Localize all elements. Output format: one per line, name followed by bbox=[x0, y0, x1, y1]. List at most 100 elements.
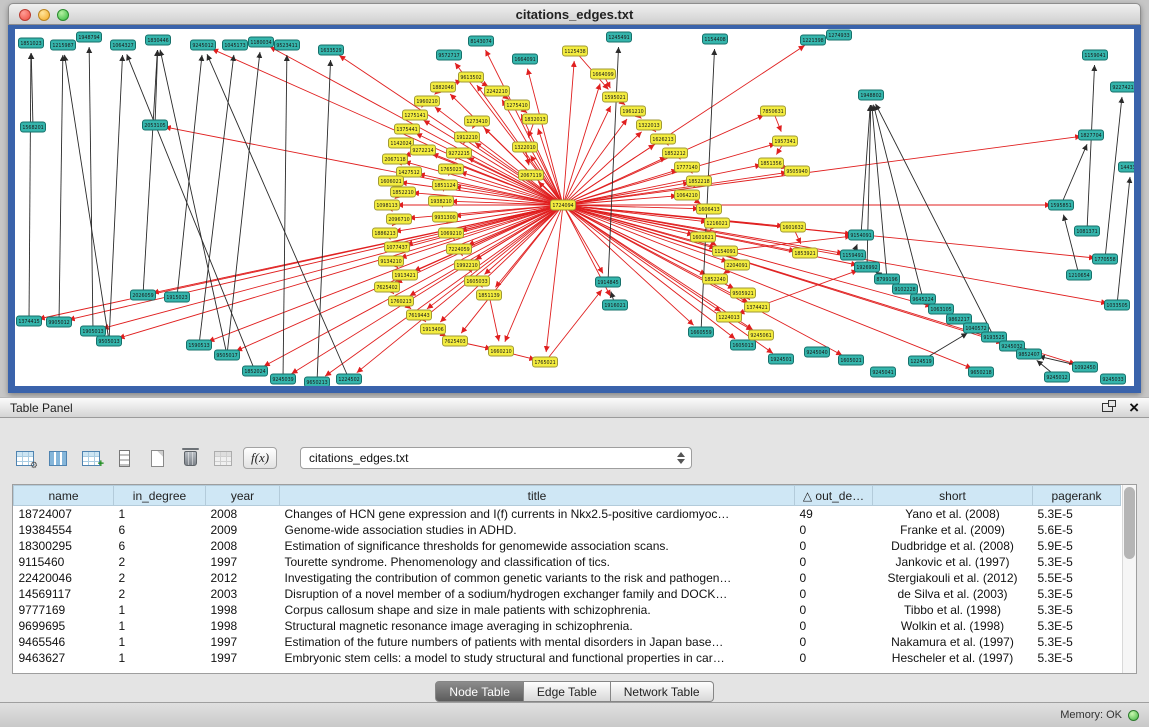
network-node[interactable]: 8143074 bbox=[469, 36, 494, 46]
network-node[interactable]: 1215987 bbox=[51, 40, 76, 50]
network-node[interactable]: 1605033 bbox=[465, 276, 490, 286]
network-node[interactable]: 1852024 bbox=[243, 366, 268, 376]
network-edge-black[interactable] bbox=[143, 50, 157, 295]
network-edge-black[interactable] bbox=[29, 53, 31, 321]
network-node[interactable]: 9245040 bbox=[805, 347, 830, 357]
column-header-year[interactable]: year bbox=[206, 486, 280, 506]
column-header-out_degree[interactable]: △ out_de… bbox=[795, 486, 873, 506]
network-node[interactable]: 9650213 bbox=[305, 377, 330, 386]
network-node[interactable]: 9245061 bbox=[749, 330, 774, 340]
network-node[interactable]: 9245039 bbox=[271, 374, 296, 384]
float-panel-icon[interactable] bbox=[1102, 403, 1113, 412]
network-edge-red[interactable] bbox=[725, 236, 851, 251]
network-edge-red[interactable] bbox=[489, 295, 499, 341]
network-node[interactable]: 1210654 bbox=[1067, 270, 1092, 280]
table-row[interactable]: 1830029562008Estimation of significance … bbox=[14, 538, 1121, 554]
network-edge-red[interactable] bbox=[563, 106, 611, 205]
network-node[interactable]: 1605021 bbox=[839, 355, 864, 365]
network-node[interactable]: 1063105 bbox=[929, 304, 954, 314]
network-node[interactable]: 9245012 bbox=[1045, 372, 1070, 382]
network-edge-red[interactable] bbox=[545, 290, 602, 362]
network-node[interactable]: 1154091 bbox=[713, 246, 738, 256]
network-node[interactable]: 2053105 bbox=[143, 120, 168, 130]
network-node[interactable]: 1924501 bbox=[769, 354, 794, 364]
network-node[interactable]: 7850631 bbox=[761, 106, 786, 116]
column-header-in_degree[interactable]: in_degree bbox=[114, 486, 206, 506]
network-node[interactable]: 1961210 bbox=[621, 106, 646, 116]
network-edge-black[interactable] bbox=[227, 52, 260, 355]
network-node[interactable]: 9134210 bbox=[379, 256, 404, 266]
network-node[interactable]: 9505013 bbox=[97, 336, 122, 346]
network-node[interactable]: 9523411 bbox=[275, 40, 300, 50]
table-row[interactable]: 1938455462009Genome-wide association stu… bbox=[14, 522, 1121, 538]
network-edge-black[interactable] bbox=[872, 105, 887, 279]
column-header-title[interactable]: title bbox=[280, 486, 795, 506]
network-edge-red[interactable] bbox=[119, 205, 563, 338]
network-node[interactable]: 2067118 bbox=[383, 154, 408, 164]
table-select-dropdown[interactable]: citations_edges.txt bbox=[300, 447, 692, 469]
network-node[interactable]: 9245012 bbox=[191, 40, 216, 50]
network-node[interactable]: 1948802 bbox=[859, 90, 884, 100]
table-row[interactable]: 1872400712008Changes of HCN gene express… bbox=[14, 506, 1121, 523]
network-edge-black[interactable] bbox=[1117, 177, 1130, 305]
network-node[interactable]: 1159041 bbox=[1083, 50, 1108, 60]
network-node[interactable]: 1948794 bbox=[77, 32, 102, 42]
network-node[interactable]: 2242210 bbox=[485, 86, 510, 96]
network-node[interactable]: 1595851 bbox=[1049, 200, 1074, 210]
network-node[interactable]: 7619443 bbox=[407, 310, 432, 320]
network-node[interactable]: 1912210 bbox=[455, 132, 480, 142]
network-node[interactable]: 7625403 bbox=[443, 336, 468, 346]
network-node[interactable]: 9227421 bbox=[1111, 82, 1135, 92]
scrollbar-thumb[interactable] bbox=[1124, 487, 1135, 559]
network-edge-red[interactable] bbox=[563, 61, 574, 205]
network-edge-black[interactable] bbox=[65, 55, 109, 341]
function-builder-button[interactable]: f(x) bbox=[243, 445, 277, 471]
minimize-window-button[interactable] bbox=[38, 9, 50, 21]
network-node[interactable]: 9852407 bbox=[1017, 349, 1042, 359]
network-node[interactable]: 1224519 bbox=[909, 356, 934, 366]
network-node[interactable]: 2204091 bbox=[725, 260, 750, 270]
network-node[interactable]: 9645224 bbox=[911, 294, 936, 304]
column-header-short[interactable]: short bbox=[873, 486, 1033, 506]
network-edge-black[interactable] bbox=[701, 49, 715, 332]
network-node[interactable]: 1852240 bbox=[703, 274, 728, 284]
network-node[interactable]: 1830446 bbox=[146, 35, 171, 45]
network-node[interactable]: 1443358 bbox=[1119, 162, 1135, 172]
network-edge-black[interactable] bbox=[1087, 65, 1095, 231]
network-node[interactable]: 1069210 bbox=[439, 228, 464, 238]
network-node[interactable]: 1568201 bbox=[21, 122, 46, 132]
network-edge-black[interactable] bbox=[207, 54, 349, 379]
network-node[interactable]: 1274933 bbox=[827, 30, 852, 40]
network-edge-black[interactable] bbox=[199, 55, 234, 345]
network-edge-black[interactable] bbox=[59, 55, 63, 322]
network-node[interactable]: 1375441 bbox=[395, 124, 420, 134]
network-node[interactable]: 1960210 bbox=[415, 96, 440, 106]
network-node[interactable]: 1245491 bbox=[607, 32, 632, 42]
network-node[interactable]: 1765021 bbox=[533, 357, 558, 367]
delete-table-icon[interactable] bbox=[177, 445, 203, 471]
network-node[interactable]: 1322010 bbox=[513, 142, 538, 152]
network-node[interactable]: 1852218 bbox=[687, 176, 712, 186]
close-window-button[interactable] bbox=[19, 9, 31, 21]
network-edge-black[interactable] bbox=[127, 54, 255, 371]
network-node[interactable]: 9102228 bbox=[893, 284, 918, 294]
network-edge-black[interactable] bbox=[31, 53, 33, 127]
network-node[interactable]: 1633529 bbox=[319, 45, 344, 55]
network-edge-black[interactable] bbox=[177, 55, 202, 297]
network-node[interactable]: 1159491 bbox=[841, 250, 866, 260]
network-node[interactable]: 1081371 bbox=[1075, 226, 1100, 236]
network-node[interactable]: 1886213 bbox=[373, 228, 398, 238]
network-node[interactable]: 1913421 bbox=[393, 270, 418, 280]
network-node[interactable]: 1064327 bbox=[111, 40, 136, 50]
network-edge-red[interactable] bbox=[563, 205, 773, 353]
network-node[interactable]: 1777140 bbox=[675, 162, 700, 172]
network-edge-black[interactable] bbox=[1063, 215, 1079, 275]
network-node[interactable]: 1914845 bbox=[596, 277, 621, 287]
network-node[interactable]: 1913406 bbox=[421, 324, 446, 334]
network-node[interactable]: 1142024 bbox=[389, 138, 414, 148]
network-node[interactable]: 1882046 bbox=[431, 82, 456, 92]
network-node[interactable]: 1275141 bbox=[403, 110, 428, 120]
network-node[interactable]: 1180034 bbox=[249, 37, 274, 47]
network-node[interactable]: 9572717 bbox=[437, 50, 462, 60]
column-header-name[interactable]: name bbox=[14, 486, 114, 506]
